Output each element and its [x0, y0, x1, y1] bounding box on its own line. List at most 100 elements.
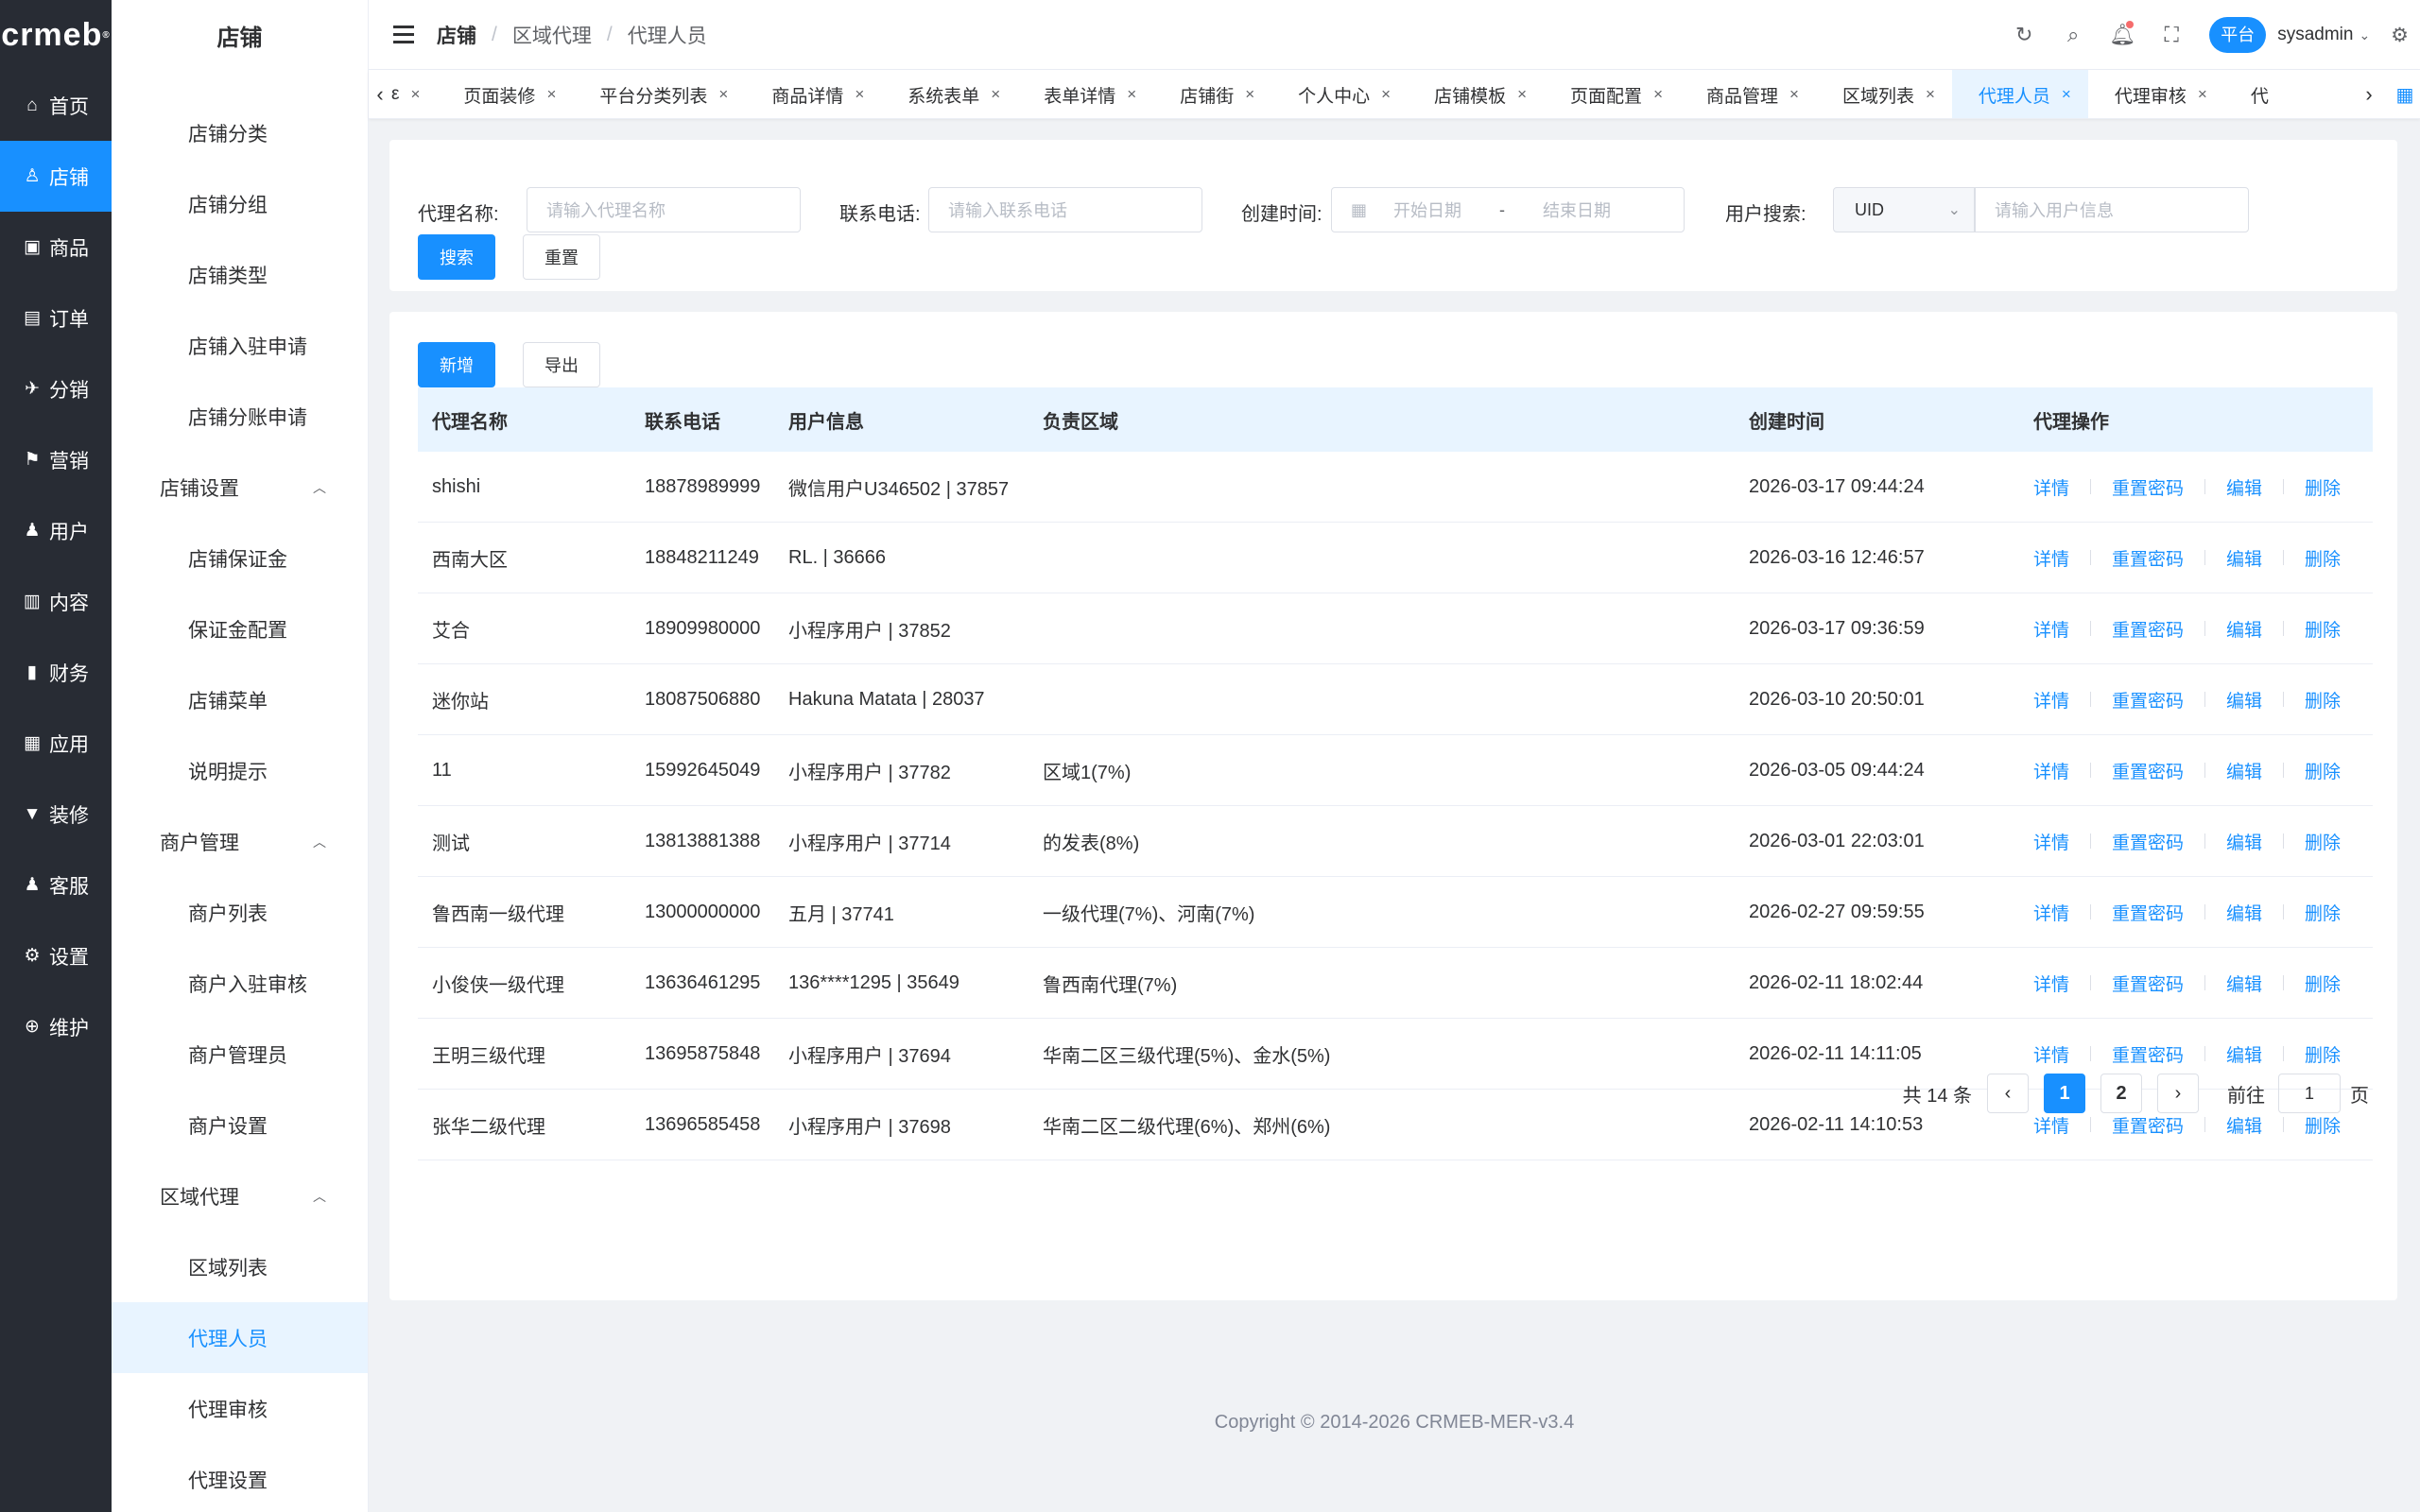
rail-item-0[interactable]: ⌂ 首页 [0, 70, 112, 141]
rail-item-2[interactable]: ▣ 商品 [0, 212, 112, 283]
tab-2[interactable]: 平台分类列表 × [573, 70, 745, 118]
tab-5[interactable]: 表单详情 × [1017, 70, 1153, 118]
close-icon[interactable]: × [1127, 85, 1136, 104]
delete-link[interactable]: 删除 [2305, 1112, 2341, 1138]
rail-item-1[interactable]: ♙ 店铺 [0, 141, 112, 212]
edit-link[interactable]: 编辑 [2226, 474, 2262, 500]
close-icon[interactable]: × [410, 85, 420, 104]
username[interactable]: sysadmin [2277, 25, 2353, 45]
next-page-icon[interactable]: › [2157, 1074, 2199, 1113]
sidebar-item[interactable]: 店铺类型 [112, 239, 368, 310]
tab-11[interactable]: 区域列表 × [1816, 70, 1952, 118]
sidebar-item[interactable]: 区域列表 [112, 1231, 368, 1302]
edit-link[interactable]: 编辑 [2226, 1041, 2262, 1067]
details-link[interactable]: 详情 [2033, 971, 2069, 996]
user-search-input[interactable]: 请输入用户信息 [1975, 187, 2249, 232]
details-link[interactable]: 详情 [2033, 758, 2069, 783]
page-button-2[interactable]: 2 [2100, 1074, 2142, 1113]
rail-item-10[interactable]: ▼ 装修 [0, 779, 112, 850]
search-button[interactable]: 搜索 [418, 234, 495, 280]
reset-password-link[interactable]: 重置密码 [2112, 971, 2184, 996]
tab-8[interactable]: 店铺模板 × [1408, 70, 1544, 118]
sidebar-item[interactable]: 商户列表 [112, 877, 368, 948]
close-icon[interactable]: × [2198, 85, 2207, 104]
reset-password-link[interactable]: 重置密码 [2112, 687, 2184, 713]
sidebar-item[interactable]: 代理人员 [112, 1302, 368, 1373]
close-icon[interactable]: × [1245, 85, 1254, 104]
tabs-scroll-right-icon[interactable]: › [2358, 70, 2380, 118]
tab-14[interactable]: 代 [2224, 70, 2286, 118]
tab-0[interactable]: ε × [391, 70, 437, 118]
rail-item-9[interactable]: ▦ 应用 [0, 708, 112, 779]
sidebar-item[interactable]: 说明提示 [112, 735, 368, 806]
close-icon[interactable]: × [1653, 85, 1663, 104]
fullscreen-icon[interactable]: ⛶ [2147, 23, 2196, 47]
reset-password-link[interactable]: 重置密码 [2112, 900, 2184, 925]
add-agent-button[interactable]: 新增 [418, 342, 495, 387]
menu-toggle-icon[interactable] [393, 26, 414, 43]
edit-link[interactable]: 编辑 [2226, 971, 2262, 996]
delete-link[interactable]: 删除 [2305, 971, 2341, 996]
sidebar-item[interactable]: 商户设置 [112, 1090, 368, 1160]
rail-item-4[interactable]: ✈ 分销 [0, 353, 112, 424]
search-icon[interactable]: ⌕ [2048, 23, 2098, 47]
date-range-picker[interactable]: ▦ 开始日期 - 结束日期 [1331, 187, 1685, 232]
sidebar-group[interactable]: 店铺设置 ︿ [112, 452, 368, 523]
export-button[interactable]: 导出 [523, 342, 600, 387]
tab-4[interactable]: 系统表单 × [881, 70, 1017, 118]
brand-logo[interactable]: crmeb ® [0, 0, 112, 70]
delete-link[interactable]: 删除 [2305, 900, 2341, 925]
tab-1[interactable]: 页面装修 × [437, 70, 573, 118]
delete-link[interactable]: 删除 [2305, 687, 2341, 713]
edit-link[interactable]: 编辑 [2226, 687, 2262, 713]
phone-input[interactable]: 请输入联系电话 [928, 187, 1202, 232]
close-icon[interactable]: × [546, 85, 556, 104]
rail-item-11[interactable]: ♟ 客服 [0, 850, 112, 920]
tab-9[interactable]: 页面配置 × [1544, 70, 1680, 118]
tab-13[interactable]: 代理审核 × [2088, 70, 2224, 118]
tab-7[interactable]: 个人中心 × [1271, 70, 1408, 118]
agent-name-input[interactable]: 请输入代理名称 [527, 187, 801, 232]
sidebar-item[interactable]: 店铺菜单 [112, 664, 368, 735]
reset-password-link[interactable]: 重置密码 [2112, 1112, 2184, 1138]
close-icon[interactable]: × [718, 85, 728, 104]
details-link[interactable]: 详情 [2033, 474, 2069, 500]
details-link[interactable]: 详情 [2033, 616, 2069, 642]
page-button-1[interactable]: 1 [2044, 1074, 2085, 1113]
tab-10[interactable]: 商品管理 × [1680, 70, 1816, 118]
rail-item-13[interactable]: ⊕ 维护 [0, 991, 112, 1062]
sidebar-group[interactable]: 商户管理 ︿ [112, 806, 368, 877]
tab-3[interactable]: 商品详情 × [745, 70, 881, 118]
sidebar-item[interactable]: 代理设置 [112, 1444, 368, 1512]
delete-link[interactable]: 删除 [2305, 758, 2341, 783]
close-icon[interactable]: × [1517, 85, 1527, 104]
gear-icon[interactable]: ⚙ [2391, 24, 2409, 47]
close-icon[interactable]: × [2062, 85, 2071, 104]
close-icon[interactable]: × [1926, 85, 1935, 104]
sidebar-item[interactable]: 商户入驻审核 [112, 948, 368, 1019]
edit-link[interactable]: 编辑 [2226, 900, 2262, 925]
details-link[interactable]: 详情 [2033, 829, 2069, 854]
delete-link[interactable]: 删除 [2305, 1041, 2341, 1067]
tab-6[interactable]: 店铺街 × [1153, 70, 1271, 118]
reset-password-link[interactable]: 重置密码 [2112, 545, 2184, 571]
edit-link[interactable]: 编辑 [2226, 829, 2262, 854]
delete-link[interactable]: 删除 [2305, 829, 2341, 854]
bell-icon[interactable]: 🔔︎ [2098, 21, 2147, 47]
sidebar-item[interactable]: 保证金配置 [112, 593, 368, 664]
sidebar-item[interactable]: 店铺分组 [112, 168, 368, 239]
sidebar-item[interactable]: 店铺入驻申请 [112, 310, 368, 381]
reset-password-link[interactable]: 重置密码 [2112, 1041, 2184, 1067]
prev-page-icon[interactable]: ‹ [1987, 1074, 2029, 1113]
close-icon[interactable]: × [1381, 85, 1391, 104]
reset-password-link[interactable]: 重置密码 [2112, 829, 2184, 854]
rail-item-7[interactable]: ▥ 内容 [0, 566, 112, 637]
sidebar-item[interactable]: 店铺分类 [112, 97, 368, 168]
tabs-scroll-left-icon[interactable]: ‹ [369, 70, 391, 118]
edit-link[interactable]: 编辑 [2226, 758, 2262, 783]
breadcrumb-item-root[interactable]: 店铺 [437, 21, 476, 49]
details-link[interactable]: 详情 [2033, 900, 2069, 925]
reset-password-link[interactable]: 重置密码 [2112, 616, 2184, 642]
close-icon[interactable]: × [1789, 85, 1799, 104]
refresh-icon[interactable]: ↻ [1999, 23, 2048, 47]
